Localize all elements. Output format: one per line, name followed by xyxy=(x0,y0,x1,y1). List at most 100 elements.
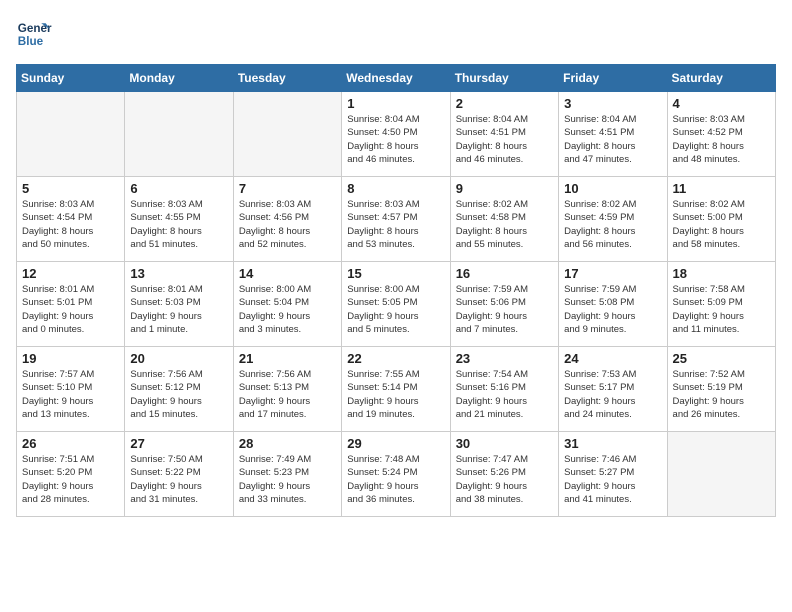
day-info: Sunrise: 8:03 AM Sunset: 4:56 PM Dayligh… xyxy=(239,198,336,251)
calendar-cell xyxy=(667,432,775,517)
calendar-cell: 26 Sunrise: 7:51 AM Sunset: 5:20 PM Dayli… xyxy=(17,432,125,517)
calendar-cell: 9 Sunrise: 8:02 AM Sunset: 4:58 PM Daylig… xyxy=(450,177,558,262)
day-number: 9 xyxy=(456,181,553,196)
day-number: 11 xyxy=(673,181,770,196)
day-info: Sunrise: 7:52 AM Sunset: 5:19 PM Dayligh… xyxy=(673,368,770,421)
day-info: Sunrise: 8:04 AM Sunset: 4:50 PM Dayligh… xyxy=(347,113,444,166)
day-number: 30 xyxy=(456,436,553,451)
calendar-cell: 1 Sunrise: 8:04 AM Sunset: 4:50 PM Daylig… xyxy=(342,92,450,177)
week-row: 1 Sunrise: 8:04 AM Sunset: 4:50 PM Daylig… xyxy=(17,92,776,177)
day-number: 21 xyxy=(239,351,336,366)
week-row: 5 Sunrise: 8:03 AM Sunset: 4:54 PM Daylig… xyxy=(17,177,776,262)
day-info: Sunrise: 7:59 AM Sunset: 5:08 PM Dayligh… xyxy=(564,283,661,336)
day-number: 3 xyxy=(564,96,661,111)
day-number: 18 xyxy=(673,266,770,281)
calendar-cell xyxy=(17,92,125,177)
day-info: Sunrise: 7:51 AM Sunset: 5:20 PM Dayligh… xyxy=(22,453,119,506)
calendar-cell: 13 Sunrise: 8:01 AM Sunset: 5:03 PM Dayli… xyxy=(125,262,233,347)
calendar-cell: 21 Sunrise: 7:56 AM Sunset: 5:13 PM Dayli… xyxy=(233,347,341,432)
calendar-cell: 31Sunrise: 7:46 AM Sunset: 5:27 PM Dayli… xyxy=(559,432,667,517)
day-info: Sunrise: 7:58 AM Sunset: 5:09 PM Dayligh… xyxy=(673,283,770,336)
day-info: Sunrise: 8:02 AM Sunset: 4:58 PM Dayligh… xyxy=(456,198,553,251)
calendar-cell: 8 Sunrise: 8:03 AM Sunset: 4:57 PM Daylig… xyxy=(342,177,450,262)
day-number: 14 xyxy=(239,266,336,281)
day-number: 6 xyxy=(130,181,227,196)
calendar-cell: 12Sunrise: 8:01 AM Sunset: 5:01 PM Dayli… xyxy=(17,262,125,347)
day-info: Sunrise: 8:02 AM Sunset: 5:00 PM Dayligh… xyxy=(673,198,770,251)
calendar-cell: 6 Sunrise: 8:03 AM Sunset: 4:55 PM Daylig… xyxy=(125,177,233,262)
calendar-cell: 3Sunrise: 8:04 AM Sunset: 4:51 PM Daylig… xyxy=(559,92,667,177)
day-number: 10 xyxy=(564,181,661,196)
calendar-cell: 2Sunrise: 8:04 AM Sunset: 4:51 PM Daylig… xyxy=(450,92,558,177)
week-row: 26 Sunrise: 7:51 AM Sunset: 5:20 PM Dayli… xyxy=(17,432,776,517)
day-info: Sunrise: 8:00 AM Sunset: 5:04 PM Dayligh… xyxy=(239,283,336,336)
day-info: Sunrise: 7:57 AM Sunset: 5:10 PM Dayligh… xyxy=(22,368,119,421)
day-info: Sunrise: 8:02 AM Sunset: 4:59 PM Dayligh… xyxy=(564,198,661,251)
day-number: 5 xyxy=(22,181,119,196)
day-info: Sunrise: 8:03 AM Sunset: 4:52 PM Dayligh… xyxy=(673,113,770,166)
col-header-wednesday: Wednesday xyxy=(342,65,450,92)
calendar-cell: 15 Sunrise: 8:00 AM Sunset: 5:05 PM Dayli… xyxy=(342,262,450,347)
calendar-cell: 5 Sunrise: 8:03 AM Sunset: 4:54 PM Daylig… xyxy=(17,177,125,262)
day-info: Sunrise: 7:55 AM Sunset: 5:14 PM Dayligh… xyxy=(347,368,444,421)
calendar-cell: 4 Sunrise: 8:03 AM Sunset: 4:52 PM Daylig… xyxy=(667,92,775,177)
calendar-cell xyxy=(233,92,341,177)
day-info: Sunrise: 7:56 AM Sunset: 5:13 PM Dayligh… xyxy=(239,368,336,421)
calendar-cell: 11 Sunrise: 8:02 AM Sunset: 5:00 PM Dayli… xyxy=(667,177,775,262)
day-info: Sunrise: 7:46 AM Sunset: 5:27 PM Dayligh… xyxy=(564,453,661,506)
day-info: Sunrise: 8:03 AM Sunset: 4:55 PM Dayligh… xyxy=(130,198,227,251)
day-info: Sunrise: 7:54 AM Sunset: 5:16 PM Dayligh… xyxy=(456,368,553,421)
day-number: 4 xyxy=(673,96,770,111)
col-header-sunday: Sunday xyxy=(17,65,125,92)
day-number: 1 xyxy=(347,96,444,111)
day-info: Sunrise: 7:50 AM Sunset: 5:22 PM Dayligh… xyxy=(130,453,227,506)
page-header: General Blue xyxy=(16,16,776,52)
day-number: 25 xyxy=(673,351,770,366)
col-header-saturday: Saturday xyxy=(667,65,775,92)
calendar-cell: 27Sunrise: 7:50 AM Sunset: 5:22 PM Dayli… xyxy=(125,432,233,517)
col-header-friday: Friday xyxy=(559,65,667,92)
day-number: 17 xyxy=(564,266,661,281)
day-number: 16 xyxy=(456,266,553,281)
day-number: 23 xyxy=(456,351,553,366)
calendar-cell: 29 Sunrise: 7:48 AM Sunset: 5:24 PM Dayli… xyxy=(342,432,450,517)
day-number: 26 xyxy=(22,436,119,451)
day-number: 7 xyxy=(239,181,336,196)
day-number: 15 xyxy=(347,266,444,281)
day-number: 20 xyxy=(130,351,227,366)
calendar-cell xyxy=(125,92,233,177)
day-info: Sunrise: 7:56 AM Sunset: 5:12 PM Dayligh… xyxy=(130,368,227,421)
calendar-cell: 18 Sunrise: 7:58 AM Sunset: 5:09 PM Dayli… xyxy=(667,262,775,347)
calendar-cell: 17 Sunrise: 7:59 AM Sunset: 5:08 PM Dayli… xyxy=(559,262,667,347)
day-info: Sunrise: 8:03 AM Sunset: 4:57 PM Dayligh… xyxy=(347,198,444,251)
week-row: 12Sunrise: 8:01 AM Sunset: 5:01 PM Dayli… xyxy=(17,262,776,347)
day-number: 22 xyxy=(347,351,444,366)
day-number: 13 xyxy=(130,266,227,281)
calendar-cell: 23 Sunrise: 7:54 AM Sunset: 5:16 PM Dayli… xyxy=(450,347,558,432)
calendar-cell: 28Sunrise: 7:49 AM Sunset: 5:23 PM Dayli… xyxy=(233,432,341,517)
day-number: 29 xyxy=(347,436,444,451)
svg-text:General: General xyxy=(18,22,52,35)
calendar-cell: 10 Sunrise: 8:02 AM Sunset: 4:59 PM Dayli… xyxy=(559,177,667,262)
day-info: Sunrise: 8:00 AM Sunset: 5:05 PM Dayligh… xyxy=(347,283,444,336)
calendar-cell: 20 Sunrise: 7:56 AM Sunset: 5:12 PM Dayli… xyxy=(125,347,233,432)
calendar-cell: 7 Sunrise: 8:03 AM Sunset: 4:56 PM Daylig… xyxy=(233,177,341,262)
calendar-cell: 14 Sunrise: 8:00 AM Sunset: 5:04 PM Dayli… xyxy=(233,262,341,347)
day-number: 19 xyxy=(22,351,119,366)
day-number: 12 xyxy=(22,266,119,281)
day-number: 8 xyxy=(347,181,444,196)
day-info: Sunrise: 7:47 AM Sunset: 5:26 PM Dayligh… xyxy=(456,453,553,506)
calendar-cell: 19 Sunrise: 7:57 AM Sunset: 5:10 PM Dayli… xyxy=(17,347,125,432)
day-number: 28 xyxy=(239,436,336,451)
day-info: Sunrise: 7:59 AM Sunset: 5:06 PM Dayligh… xyxy=(456,283,553,336)
col-header-thursday: Thursday xyxy=(450,65,558,92)
calendar-cell: 22 Sunrise: 7:55 AM Sunset: 5:14 PM Dayli… xyxy=(342,347,450,432)
logo: General Blue xyxy=(16,16,56,52)
calendar-cell: 25 Sunrise: 7:52 AM Sunset: 5:19 PM Dayli… xyxy=(667,347,775,432)
calendar-cell: 30 Sunrise: 7:47 AM Sunset: 5:26 PM Dayli… xyxy=(450,432,558,517)
week-row: 19 Sunrise: 7:57 AM Sunset: 5:10 PM Dayli… xyxy=(17,347,776,432)
col-header-tuesday: Tuesday xyxy=(233,65,341,92)
day-info: Sunrise: 8:03 AM Sunset: 4:54 PM Dayligh… xyxy=(22,198,119,251)
day-info: Sunrise: 7:48 AM Sunset: 5:24 PM Dayligh… xyxy=(347,453,444,506)
day-info: Sunrise: 8:01 AM Sunset: 5:03 PM Dayligh… xyxy=(130,283,227,336)
